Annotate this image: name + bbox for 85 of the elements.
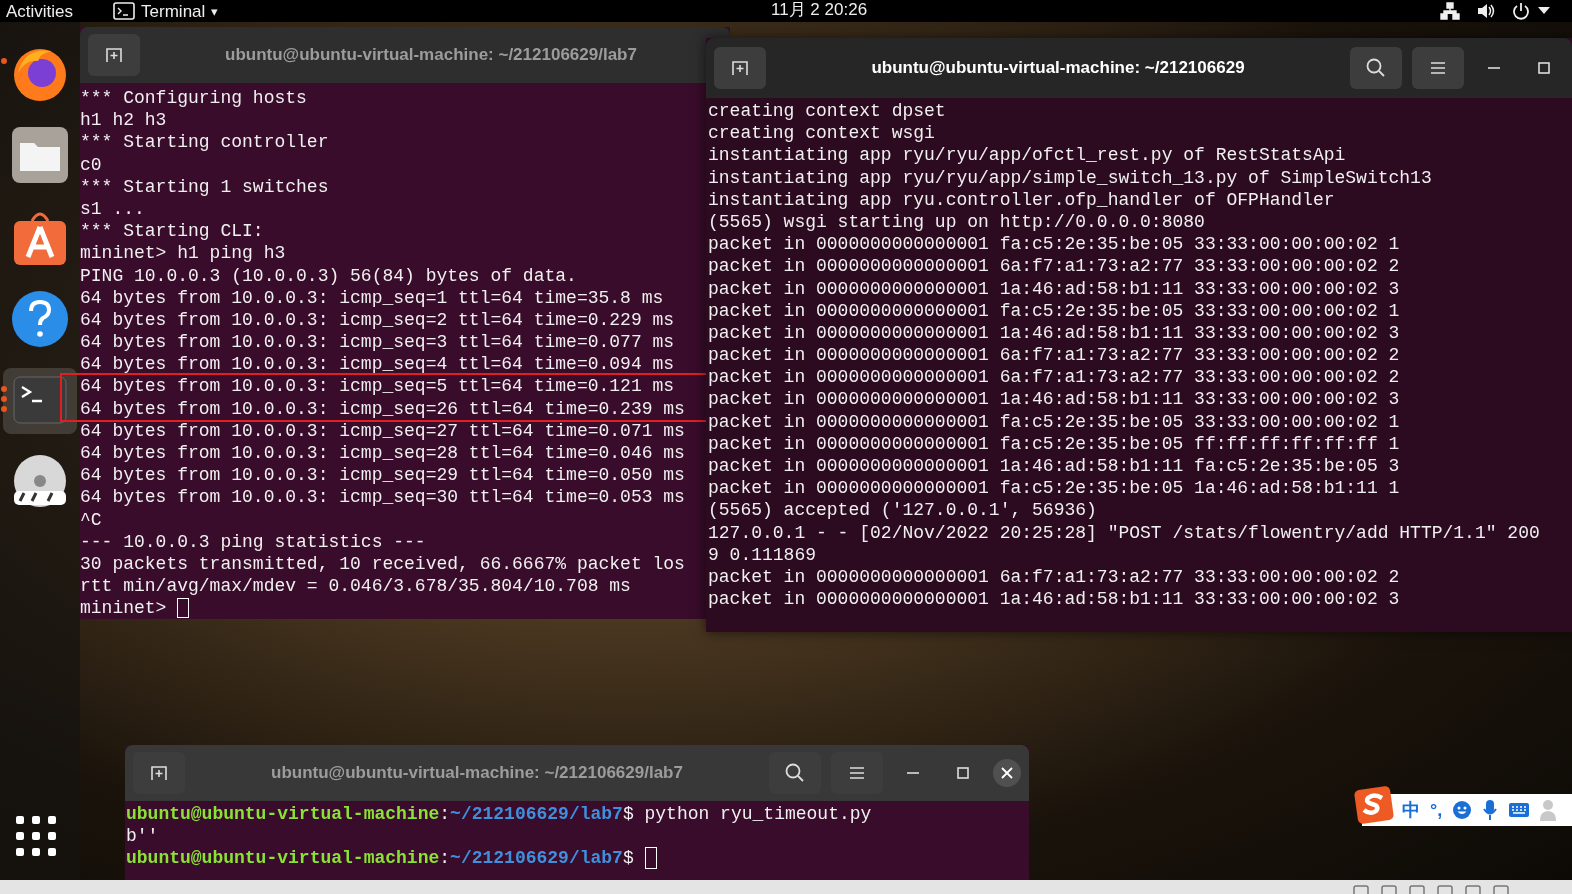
maximize-icon: [957, 767, 969, 779]
terminal-line: packet in 0000000000000001 1a:46:ad:58:b1:11 33:33:00:00:00:02 3: [708, 321, 1400, 345]
prompt-line: ubuntu@ubuntu-virtual-machine:~/212106629/lab7$ python ryu_timeout.py: [126, 803, 872, 826]
search-button[interactable]: [1350, 47, 1402, 89]
terminal-line: instantiating app ryu.controller.ofp_handler of OFPHandler: [708, 188, 1335, 211]
terminal-line: packet in 0000000000000001 6a:f7:a1:73:a2:77 33:33:00:00:00:02 2: [708, 344, 1400, 367]
minimize-icon: [1488, 67, 1500, 69]
network-icon[interactable]: [1440, 2, 1460, 20]
terminal-line: instantiating app ryu/ryu/app/simple_switch_13.py of SimpleSwitch13: [708, 166, 1432, 189]
menu-button[interactable]: [1412, 47, 1464, 89]
folder-icon[interactable]: [10, 125, 70, 185]
terminal-line: creating context wsgi: [708, 122, 935, 145]
terminal-line: 64 bytes from 10.0.0.3: icmp_seq=30 ttl=64 time=0.053 ms: [80, 486, 685, 509]
activities-button[interactable]: Activities: [6, 2, 74, 20]
search-icon: [784, 762, 806, 784]
menu-button[interactable]: [831, 752, 883, 794]
terminal-line: packet in 0000000000000001 fa:c5:2e:35:be:05 33:33:00:00:00:02 1: [708, 233, 1400, 256]
terminal-line: *** Configuring hosts: [80, 87, 307, 110]
terminal-line: packet in 0000000000000001 fa:c5:2e:35:be:05 1a:46:ad:58:b1:11 1: [708, 477, 1400, 500]
app-menu[interactable]: Terminal ▾: [113, 2, 219, 20]
terminal-line: *** Starting CLI:: [80, 220, 264, 243]
terminal-line: 64 bytes from 10.0.0.3: icmp_seq=4 ttl=64 time=0.094 ms: [80, 353, 675, 376]
terminal-line: 64 bytes from 10.0.0.3: icmp_seq=26 ttl=64 time=0.239 ms: [80, 397, 685, 420]
terminal-line: instantiating app ryu/ryu/app/ofctl_rest.py of RestStatsApi: [708, 144, 1346, 167]
terminal-icon: [113, 2, 136, 20]
keyboard-icon[interactable]: [1508, 801, 1531, 819]
terminal-line: 127.0.0.1 - - [02/Nov/2022 20:25:28] "POST /stats/flowentry/add HTTP/1.1" 200: [708, 521, 1540, 544]
volume-icon[interactable]: [1476, 2, 1496, 20]
punctuation-toggle[interactable]: °,: [1430, 801, 1443, 819]
terminal-line: 64 bytes from 10.0.0.3: icmp_seq=1 ttl=64 time=35.8 ms: [80, 286, 664, 309]
clock[interactable]: 11月 2 20:26: [771, 1, 868, 18]
terminal-line: packet in 0000000000000001 fa:c5:2e:35:be:05 33:33:00:00:00:02 1: [708, 299, 1400, 322]
terminal-line: --- 10.0.0.3 ping statistics ---: [80, 530, 426, 553]
terminal-line: packet in 0000000000000001 1a:46:ad:58:b1:11 33:33:00:00:00:02 3: [708, 588, 1400, 611]
terminal-line: 64 bytes from 10.0.0.3: icmp_seq=5 ttl=64 time=0.121 ms: [80, 375, 675, 398]
window-title: ubuntu@ubuntu-virtual-machine: ~/212106629: [871, 57, 1245, 80]
power-icon: [1512, 2, 1530, 20]
prompt-line: ubuntu@ubuntu-virtual-machine:~/212106629/lab7$: [126, 847, 635, 870]
terminal-line: creating context dpset: [708, 100, 946, 123]
terminal-line: c0: [80, 153, 102, 176]
smiley-icon[interactable]: [1452, 800, 1473, 820]
terminal-line: 64 bytes from 10.0.0.3: icmp_seq=28 ttl=64 time=0.046 ms: [80, 442, 685, 465]
maximize-icon: [1538, 62, 1550, 74]
terminal-line: mininet> h1 ping h3: [80, 242, 286, 265]
terminal-line: 64 bytes from 10.0.0.3: icmp_seq=2 ttl=64 time=0.229 ms: [80, 308, 675, 332]
close-button[interactable]: [993, 759, 1021, 787]
terminal-line: ^C: [80, 508, 102, 531]
input-mode-toggle[interactable]: 中: [1402, 796, 1420, 824]
window-title: ubuntu@ubuntu-virtual-machine: ~/212106629/lab7: [271, 762, 683, 785]
system-menu[interactable]: [1512, 2, 1550, 20]
close-icon: [1001, 767, 1013, 779]
terminal-line: packet in 0000000000000001 fa:c5:2e:35:be:05 33:33:00:00:00:02 1: [708, 410, 1400, 433]
terminal-line: PING 10.0.0.3 (10.0.0.3) 56(84) bytes of data.: [80, 264, 577, 287]
terminal-line: packet in 0000000000000001 6a:f7:a1:73:a2:77 33:33:00:00:00:02 2: [708, 366, 1400, 389]
terminal-line: packet in 0000000000000001 6a:f7:a1:73:a2:77 33:33:00:00:00:02 2: [708, 255, 1400, 278]
terminal-line: 64 bytes from 10.0.0.3: icmp_seq=27 ttl=64 time=0.071 ms: [80, 419, 685, 442]
terminal-line: 64 bytes from 10.0.0.3: icmp_seq=29 ttl=64 time=0.050 ms: [80, 464, 685, 487]
terminal-line: packet in 0000000000000001 6a:f7:a1:73:a2:77 33:33:00:00:00:02 2: [708, 565, 1400, 589]
new-tab-button[interactable]: [714, 47, 766, 89]
search-icon: [1365, 57, 1387, 79]
terminal-line: *** Starting controller: [80, 131, 329, 154]
terminal-line: rtt min/avg/max/mdev = 0.046/3.678/35.804/10.708 ms: [80, 575, 631, 598]
terminal-line: packet in 0000000000000001 1a:46:ad:58:b1:11 33:33:00:00:00:02 3: [708, 388, 1400, 411]
app-grid-icon[interactable]: [16, 816, 56, 856]
terminal-line: packet in 0000000000000001 1a:46:ad:58:b1:11 fa:c5:2e:35:be:05 3: [708, 455, 1400, 478]
minimize-icon: [907, 772, 919, 774]
terminal-line: 64 bytes from 10.0.0.3: icmp_seq=3 ttl=64 time=0.077 ms: [80, 331, 675, 354]
window-title: ubuntu@ubuntu-virtual-machine: ~/212106629/lab7: [225, 44, 637, 67]
terminal-line: (5565) wsgi starting up on http://0.0.0.0:8080: [708, 210, 1205, 234]
terminal-line: mininet>: [80, 597, 168, 620]
terminal-line: b'': [126, 825, 159, 848]
terminal-line: *** Starting 1 switches: [80, 175, 329, 198]
search-button[interactable]: [769, 752, 821, 794]
help-icon[interactable]: [10, 289, 70, 349]
new-tab-button[interactable]: [88, 34, 140, 76]
terminal-line: h1 h2 h3: [80, 109, 167, 132]
terminal-line: packet in 0000000000000001 1a:46:ad:58:b1:11 33:33:00:00:00:02 3: [708, 277, 1400, 300]
terminal-line: (5565) accepted ('127.0.0.1', 56936): [708, 499, 1097, 522]
terminal-line: 30 packets transmitted, 10 received, 66.6667% packet los: [80, 552, 685, 576]
terminal-line: s1 ...: [80, 197, 145, 221]
microphone-icon[interactable]: [1482, 799, 1499, 821]
caret-icon: [1538, 7, 1550, 15]
new-tab-button[interactable]: [133, 752, 185, 794]
terminal-line: 9 0.111869: [708, 543, 817, 566]
terminal-line: packet in 0000000000000001 fa:c5:2e:35:be:05 ff:ff:ff:ff:ff:ff 1: [708, 432, 1400, 455]
